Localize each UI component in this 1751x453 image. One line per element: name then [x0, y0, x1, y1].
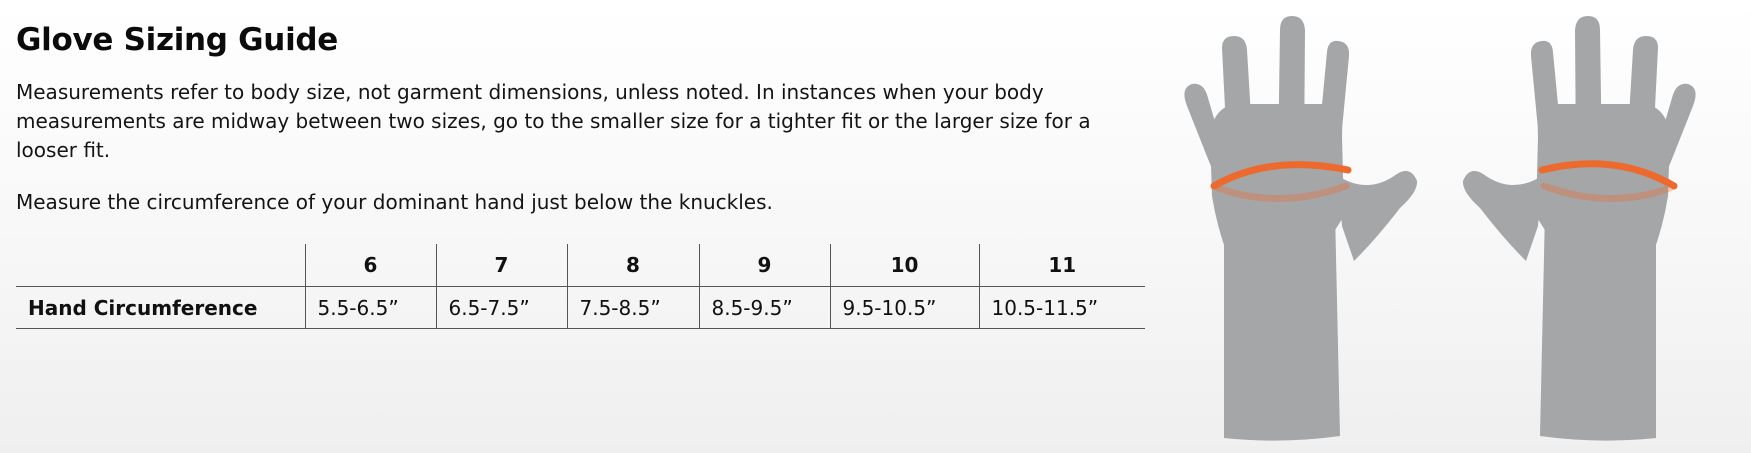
measure-instruction: Measure the circumference of your domina… [16, 190, 773, 214]
size-header-row: 6 7 8 9 10 11 [16, 244, 1145, 287]
size-header: 7 [435, 244, 567, 287]
size-header: 10 [829, 244, 979, 287]
size-table: 6 7 8 9 10 11 Hand Circumference 5.5-6.5… [16, 244, 1145, 329]
circumference-value: 8.5-9.5” [698, 286, 830, 329]
page-title: Glove Sizing Guide [16, 22, 339, 58]
table-row: Hand Circumference 5.5-6.5” 6.5-7.5” 7.5… [16, 286, 1145, 329]
circumference-value: 7.5-8.5” [566, 286, 699, 329]
right-hand-graphic [1462, 16, 1696, 441]
hands-illustration [1184, 16, 1696, 441]
circumference-value: 6.5-7.5” [435, 286, 567, 329]
size-header: 11 [978, 244, 1145, 287]
table-corner-cell [16, 244, 305, 287]
circumference-value: 10.5-11.5” [978, 286, 1145, 329]
intro-text: Measurements refer to body size, not gar… [16, 80, 1091, 162]
left-hand-graphic [1184, 16, 1418, 441]
size-header: 8 [566, 244, 699, 287]
row-label: Hand Circumference [16, 286, 305, 329]
size-header: 6 [304, 244, 436, 287]
circumference-value: 5.5-6.5” [304, 286, 436, 329]
size-header: 9 [698, 244, 830, 287]
circumference-value: 9.5-10.5” [829, 286, 979, 329]
sizing-guide: Glove Sizing Guide Measurements refer to… [16, 18, 1146, 217]
